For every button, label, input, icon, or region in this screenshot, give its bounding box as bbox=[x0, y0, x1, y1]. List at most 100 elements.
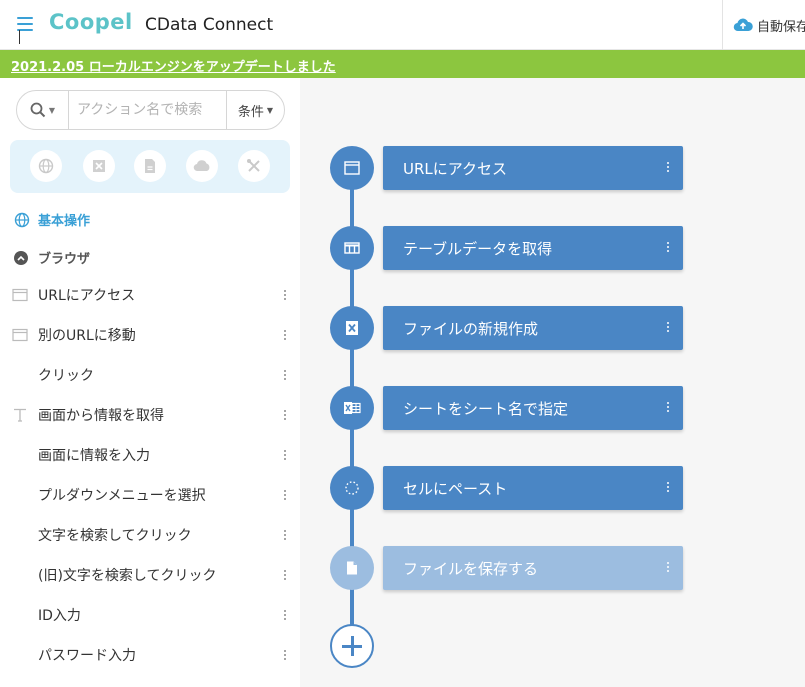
cloud-upload-icon bbox=[733, 18, 753, 32]
sidebar-action-select-pulldown[interactable]: プルダウンメニューを選択 bbox=[0, 476, 300, 516]
flow-step-label: ファイルの新規作成 bbox=[403, 320, 539, 338]
category-cloud[interactable] bbox=[186, 150, 218, 182]
search-type-button[interactable]: ▼ bbox=[17, 91, 69, 129]
more-options-icon[interactable] bbox=[282, 448, 288, 464]
more-options-icon[interactable] bbox=[282, 488, 288, 504]
more-options-icon[interactable] bbox=[666, 320, 670, 336]
text-cursor bbox=[19, 30, 20, 44]
sidebar-action-click[interactable]: クリック bbox=[0, 356, 300, 396]
browser-window-icon bbox=[344, 161, 360, 175]
category-web[interactable] bbox=[30, 150, 62, 182]
sidebar-action-label: パスワード入力 bbox=[38, 648, 136, 664]
app-header: Coopel CData Connect 自動保存 bbox=[0, 0, 805, 50]
file-icon bbox=[145, 159, 155, 173]
more-options-icon[interactable] bbox=[666, 560, 670, 576]
app-title: CData Connect bbox=[145, 15, 274, 35]
hamburger-menu-icon[interactable] bbox=[17, 17, 33, 31]
cloud-icon bbox=[193, 160, 210, 172]
flow-step-card[interactable]: ファイルを保存する bbox=[383, 546, 683, 590]
more-options-icon[interactable] bbox=[282, 528, 288, 544]
app-logo: Coopel bbox=[49, 10, 133, 34]
flow-step-node[interactable] bbox=[330, 226, 374, 270]
more-options-icon[interactable] bbox=[282, 648, 288, 664]
action-sidebar: ▼ 条件 ▼ bbox=[0, 78, 300, 687]
flow-step: シートをシート名で指定 bbox=[330, 386, 683, 430]
browser-window-icon bbox=[12, 288, 28, 302]
category-file[interactable] bbox=[134, 150, 166, 182]
sidebar-action-label: ID入力 bbox=[38, 608, 81, 624]
category-excel[interactable] bbox=[83, 150, 115, 182]
sidebar-action-search-click[interactable]: 文字を検索してクリック bbox=[0, 516, 300, 556]
flow-step-node[interactable] bbox=[330, 146, 374, 190]
sidebar-action-move-url[interactable]: 別のURLに移動 bbox=[0, 316, 300, 356]
sidebar-action-label: 画面から情報を取得 bbox=[38, 408, 164, 424]
table-icon bbox=[344, 242, 360, 254]
more-options-icon[interactable] bbox=[282, 408, 288, 424]
flow-step-node[interactable] bbox=[330, 386, 374, 430]
flow-step: ファイルの新規作成 bbox=[330, 306, 683, 350]
sidebar-action-label: (旧)文字を検索してクリック bbox=[38, 568, 217, 584]
update-banner-link[interactable]: 2021.2.05 ローカルエンジンをアップデートしました bbox=[11, 56, 336, 75]
flow-step: テーブルデータを取得 bbox=[330, 226, 683, 270]
header-divider bbox=[722, 0, 723, 50]
condition-dropdown[interactable]: 条件 ▼ bbox=[226, 91, 284, 129]
sidebar-action-label: 別のURLに移動 bbox=[38, 328, 136, 344]
section-label: 基本操作 bbox=[38, 214, 91, 229]
sidebar-action-label: クリック bbox=[38, 368, 94, 384]
flow-step-disabled: ファイルを保存する bbox=[330, 546, 683, 590]
autosave-label: 自動保存 bbox=[757, 19, 805, 35]
sidebar-action-label: 文字を検索してクリック bbox=[38, 528, 192, 544]
sidebar-action-label: 画面に情報を入力 bbox=[38, 448, 150, 464]
condition-label: 条件 bbox=[237, 104, 264, 120]
excel-icon bbox=[346, 321, 358, 335]
flow-step-card[interactable]: ファイルの新規作成 bbox=[383, 306, 683, 350]
sidebar-action-input-info[interactable]: 画面に情報を入力 bbox=[0, 436, 300, 476]
more-options-icon[interactable] bbox=[666, 480, 670, 496]
tools-icon bbox=[247, 159, 260, 172]
sidebar-action-password-input[interactable]: パスワード入力 bbox=[0, 636, 300, 676]
globe-icon bbox=[14, 212, 30, 227]
add-step-button[interactable] bbox=[330, 624, 374, 668]
category-bar bbox=[10, 140, 290, 193]
chevron-down-icon: ▼ bbox=[48, 105, 56, 115]
globe-icon bbox=[38, 158, 54, 174]
more-options-icon[interactable] bbox=[666, 160, 670, 176]
dotted-circle-icon bbox=[345, 481, 359, 495]
flow-step-label: セルにペースト bbox=[403, 480, 508, 498]
more-options-icon[interactable] bbox=[282, 328, 288, 344]
flow-step-card[interactable]: URLにアクセス bbox=[383, 146, 683, 190]
flow-canvas: URLにアクセス テーブルデータを取得 ファイルの新規作成 シートをシート名で指… bbox=[300, 78, 805, 687]
flow-step-node[interactable] bbox=[330, 546, 374, 590]
flow-step: セルにペースト bbox=[330, 466, 683, 510]
flow-step-card[interactable]: テーブルデータを取得 bbox=[383, 226, 683, 270]
more-options-icon[interactable] bbox=[666, 400, 670, 416]
chevron-up-icon bbox=[14, 250, 28, 265]
sidebar-action-id-input[interactable]: ID入力 bbox=[0, 596, 300, 636]
flow-step-node[interactable] bbox=[330, 466, 374, 510]
action-search: ▼ 条件 ▼ bbox=[16, 90, 285, 130]
category-tools[interactable] bbox=[238, 150, 270, 182]
more-options-icon[interactable] bbox=[282, 368, 288, 384]
sidebar-action-url-access[interactable]: URLにアクセス bbox=[0, 276, 300, 316]
more-options-icon[interactable] bbox=[666, 240, 670, 256]
flow-step-card[interactable]: セルにペースト bbox=[383, 466, 683, 510]
more-options-icon[interactable] bbox=[282, 608, 288, 624]
more-options-icon[interactable] bbox=[282, 568, 288, 584]
flow-step-label: シートをシート名で指定 bbox=[403, 400, 569, 418]
flow-step-node[interactable] bbox=[330, 306, 374, 350]
browser-window-icon bbox=[12, 328, 28, 342]
file-icon bbox=[347, 561, 357, 575]
sidebar-action-get-info[interactable]: 画面から情報を取得 bbox=[0, 396, 300, 436]
autosave-status[interactable]: 自動保存 bbox=[733, 15, 805, 35]
section-basic-operations[interactable]: 基本操作 bbox=[14, 210, 90, 229]
more-options-icon[interactable] bbox=[282, 288, 288, 304]
group-browser-toggle[interactable]: ブラウザ bbox=[14, 248, 90, 267]
sidebar-action-label: URLにアクセス bbox=[38, 288, 136, 304]
flow-step-card[interactable]: シートをシート名で指定 bbox=[383, 386, 683, 430]
sidebar-action-old-search-click[interactable]: (旧)文字を検索してクリック bbox=[0, 556, 300, 596]
search-input[interactable] bbox=[77, 99, 225, 121]
flow-step-label: URLにアクセス bbox=[403, 160, 508, 178]
flow-step-label: ファイルを保存する bbox=[403, 560, 539, 578]
chevron-down-icon: ▼ bbox=[266, 105, 274, 115]
group-label: ブラウザ bbox=[38, 252, 91, 267]
